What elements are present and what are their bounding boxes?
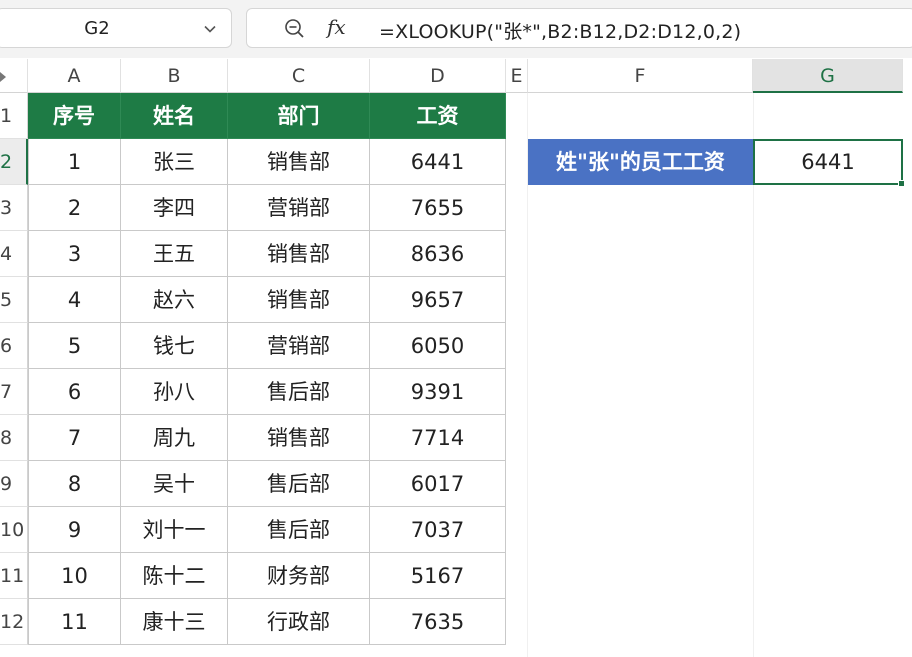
row-header-label: 7 <box>0 381 13 403</box>
table-header-cell[interactable]: 部门 <box>228 93 370 139</box>
row-header-7[interactable]: 7 <box>0 369 28 415</box>
row-header-10[interactable]: 10 <box>0 507 28 553</box>
table-cell[interactable]: 7714 <box>370 415 506 461</box>
table-cell[interactable]: 售后部 <box>228 369 370 415</box>
table-cell[interactable]: 6441 <box>370 139 506 185</box>
row-header-label: 1 <box>0 105 13 127</box>
row-header-label: 4 <box>0 243 13 265</box>
zoom-out-icon[interactable] <box>283 17 305 39</box>
table-header-cell[interactable]: 姓名 <box>121 93 228 139</box>
column-header-a[interactable]: A <box>28 59 121 93</box>
table-cell[interactable]: 赵六 <box>121 277 228 323</box>
table-cell[interactable]: 周九 <box>121 415 228 461</box>
row-header-label: 8 <box>0 427 13 449</box>
select-all-corner[interactable] <box>0 59 28 93</box>
lookup-label-cell[interactable]: 姓"张"的员工工资 <box>528 139 753 185</box>
row-header-2[interactable]: 2 <box>0 139 28 185</box>
table-cell[interactable]: 销售部 <box>228 277 370 323</box>
table-cell[interactable]: 6 <box>28 369 121 415</box>
table-cell[interactable]: 营销部 <box>228 323 370 369</box>
row-header-label: 3 <box>0 197 13 219</box>
table-cell[interactable]: 6017 <box>370 461 506 507</box>
row-header-label: 5 <box>0 289 13 311</box>
table-cell[interactable]: 2 <box>28 185 121 231</box>
row-header-label: 11 <box>0 565 25 587</box>
table-cell[interactable]: 张三 <box>121 139 228 185</box>
table-cell[interactable]: 10 <box>28 553 121 599</box>
table-cell[interactable]: 7037 <box>370 507 506 553</box>
table-header-cell[interactable]: 序号 <box>28 93 121 139</box>
table-cell[interactable]: 销售部 <box>228 139 370 185</box>
table-cell[interactable]: 5167 <box>370 553 506 599</box>
table-cell[interactable]: 1 <box>28 139 121 185</box>
row-header-9[interactable]: 9 <box>0 461 28 507</box>
formula-input[interactable]: fx =XLOOKUP("张*",B2:B12,D2:D12,0,2) <box>246 8 912 48</box>
row-header-5[interactable]: 5 <box>0 277 28 323</box>
row-header-6[interactable]: 6 <box>0 323 28 369</box>
row-header-4[interactable]: 4 <box>0 231 28 277</box>
table-cell[interactable]: 康十三 <box>121 599 228 645</box>
table-cell[interactable]: 行政部 <box>228 599 370 645</box>
row-header-11[interactable]: 11 <box>0 553 28 599</box>
table-cell[interactable]: 刘十一 <box>121 507 228 553</box>
lookup-result-cell[interactable]: 6441 <box>753 139 903 185</box>
chevron-down-icon[interactable] <box>202 21 218 37</box>
table-cell[interactable]: 销售部 <box>228 415 370 461</box>
table-cell[interactable]: 售后部 <box>228 461 370 507</box>
table-cell[interactable]: 李四 <box>121 185 228 231</box>
row-header-8[interactable]: 8 <box>0 415 28 461</box>
triangle-icon <box>0 72 6 82</box>
column-header-d[interactable]: D <box>370 59 506 93</box>
name-box-value: G2 <box>84 18 110 39</box>
table-header-cell[interactable]: 工资 <box>370 93 506 139</box>
table-cell[interactable]: 3 <box>28 231 121 277</box>
row-header-3[interactable]: 3 <box>0 185 28 231</box>
column-header-e[interactable]: E <box>506 59 528 93</box>
table-cell[interactable]: 7 <box>28 415 121 461</box>
table-cell[interactable]: 9 <box>28 507 121 553</box>
table-cell[interactable]: 吴十 <box>121 461 228 507</box>
table-cell[interactable]: 售后部 <box>228 507 370 553</box>
row-header-label: 10 <box>0 519 25 541</box>
table-cell[interactable]: 5 <box>28 323 121 369</box>
column-header-g[interactable]: G <box>753 59 903 93</box>
column-header-b[interactable]: B <box>121 59 228 93</box>
formula-toolbar: G2 fx =XLOOKUP("张*",B2:B12,D2:D12,0,2) <box>0 0 912 58</box>
table-cell[interactable]: 7655 <box>370 185 506 231</box>
row-header-label: 9 <box>0 473 13 495</box>
table-cell[interactable]: 6050 <box>370 323 506 369</box>
table-cell[interactable]: 8 <box>28 461 121 507</box>
table-cell[interactable]: 王五 <box>121 231 228 277</box>
column-header-f[interactable]: F <box>528 59 753 93</box>
fill-handle[interactable] <box>898 180 905 187</box>
table-cell[interactable]: 7635 <box>370 599 506 645</box>
row-header-12[interactable]: 12 <box>0 599 28 645</box>
column-header-c[interactable]: C <box>228 59 370 93</box>
table-cell[interactable]: 孙八 <box>121 369 228 415</box>
table-cell[interactable]: 营销部 <box>228 185 370 231</box>
table-cell[interactable]: 钱七 <box>121 323 228 369</box>
row-header-label: 12 <box>0 611 25 633</box>
table-cell[interactable]: 销售部 <box>228 231 370 277</box>
fx-icon[interactable]: fx <box>327 15 346 39</box>
table-cell[interactable]: 9657 <box>370 277 506 323</box>
formula-text[interactable]: =XLOOKUP("张*",B2:B12,D2:D12,0,2) <box>379 17 741 44</box>
table-cell[interactable]: 9391 <box>370 369 506 415</box>
row-header-label: 6 <box>0 335 13 357</box>
table-cell[interactable]: 4 <box>28 277 121 323</box>
table-cell[interactable]: 8636 <box>370 231 506 277</box>
table-cell[interactable]: 11 <box>28 599 121 645</box>
table-cell[interactable]: 陈十二 <box>121 553 228 599</box>
row-header-label: 2 <box>0 151 13 173</box>
row-header-1[interactable]: 1 <box>0 93 28 139</box>
name-box[interactable]: G2 <box>0 8 232 48</box>
table-cell[interactable]: 财务部 <box>228 553 370 599</box>
